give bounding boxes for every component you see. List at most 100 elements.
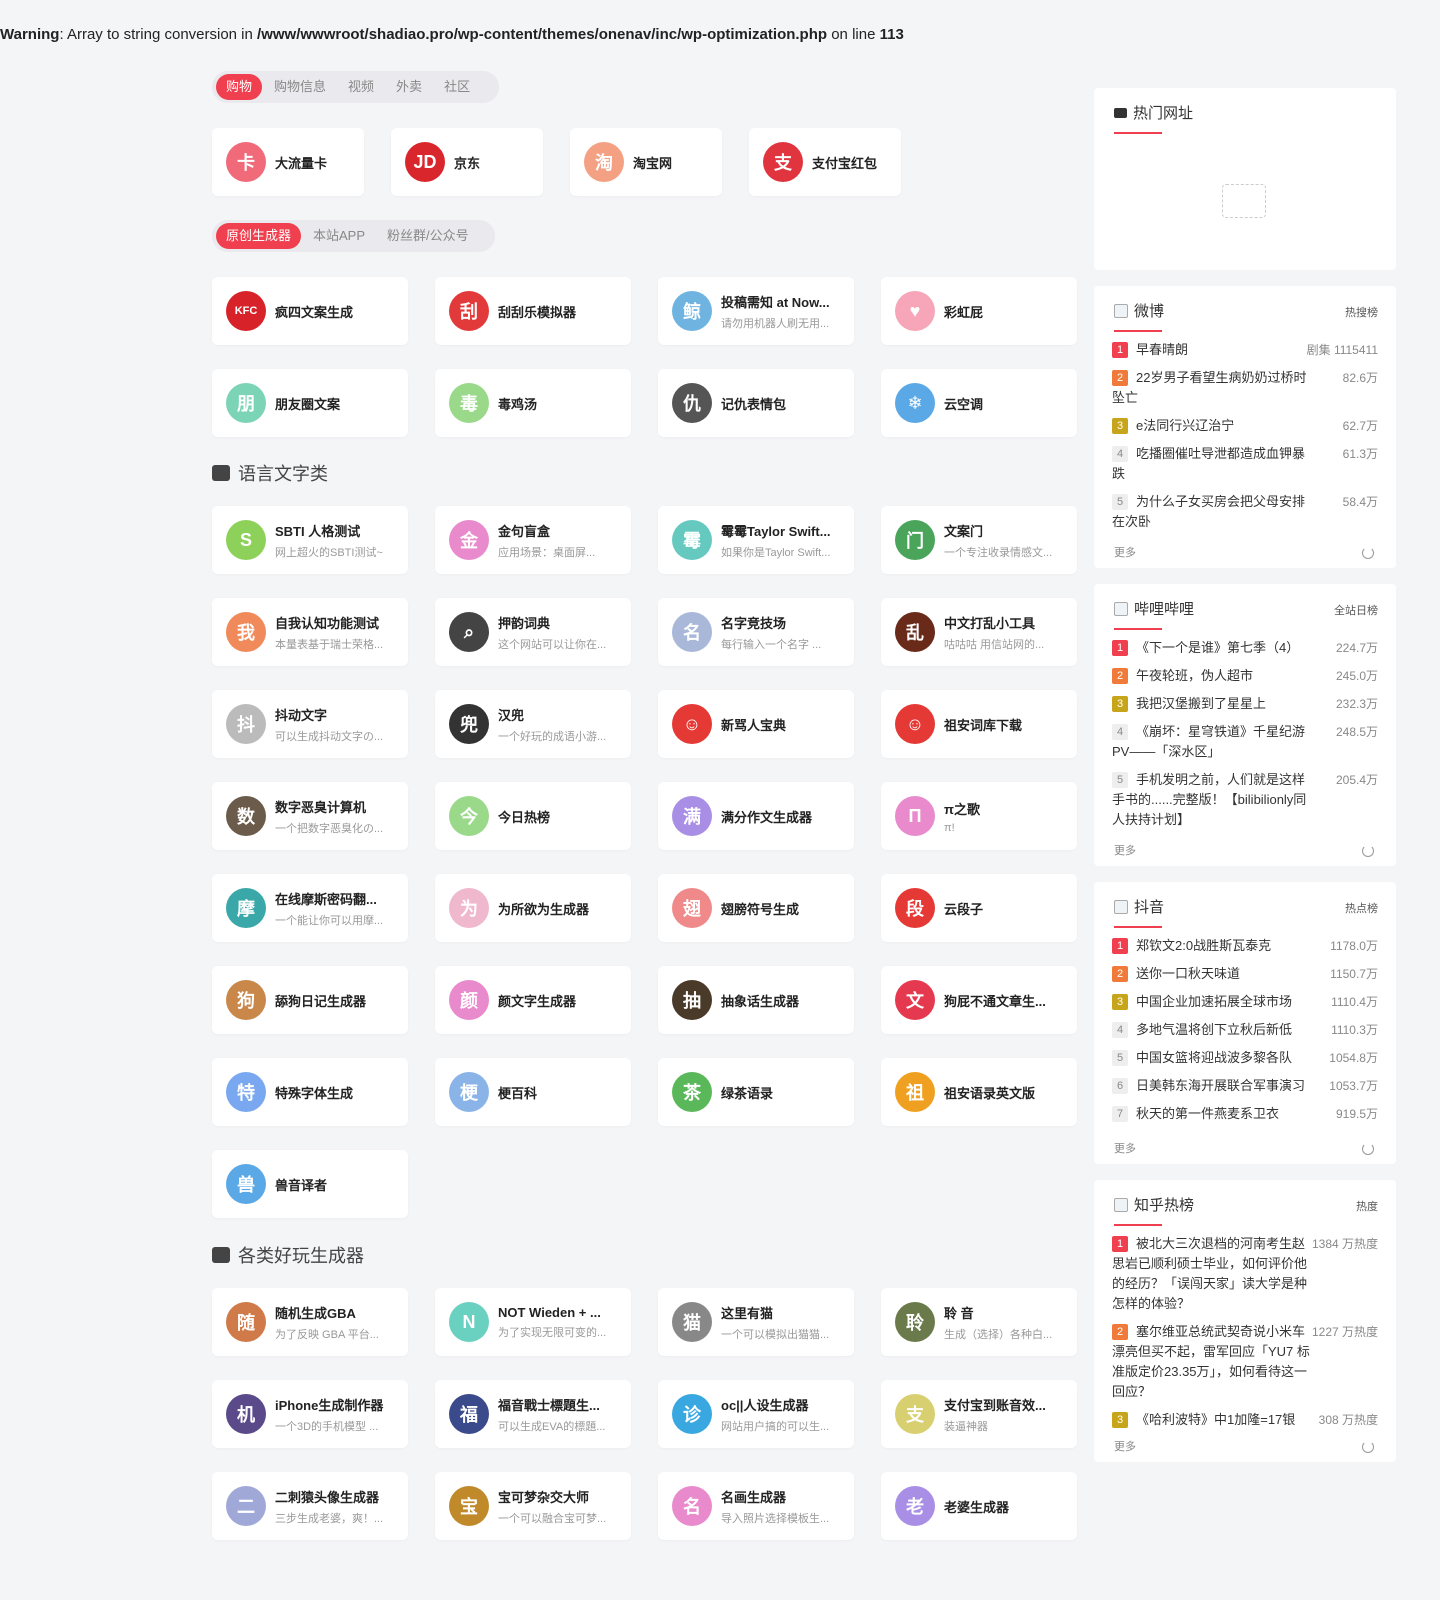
site-card[interactable]: 机 iPhone生成制作器 一个3D的手机模型 ...: [212, 1380, 408, 1448]
site-card[interactable]: 支支付宝到账音效... 装逼神器: [881, 1380, 1077, 1448]
tabs2-tab[interactable]: 粉丝群/公众号: [377, 223, 479, 249]
site-card[interactable]: 猫这里有猫 一个可以模拟出猫猫...: [658, 1288, 854, 1356]
hot-item[interactable]: 1 郑钦文2:0战胜斯瓦泰克 1178.0万: [1112, 936, 1378, 956]
site-card[interactable]: 淘淘宝网: [570, 128, 722, 196]
site-desc: 一个好玩的成语小游...: [498, 730, 607, 743]
site-card[interactable]: N NOT Wieden + ... 为了实现无限可变的...: [435, 1288, 631, 1356]
hot-item[interactable]: 5 为什么子女买房会把父母安排在次卧 58.4万: [1112, 492, 1378, 532]
hot-item[interactable]: 4 吃播圈催吐导泄都造成血钾暴跌 61.3万: [1112, 444, 1378, 484]
site-card[interactable]: 宝宝可梦杂交大师 一个可以融合宝可梦...: [435, 1472, 631, 1540]
site-card[interactable]: 福福音戰士標題生... 可以生成EVA的標題...: [435, 1380, 631, 1448]
hot-item[interactable]: 5 中国女篮将迎战波多黎各队 1054.8万: [1112, 1048, 1378, 1068]
site-card[interactable]: ❄ 云空调: [881, 369, 1077, 437]
more-link[interactable]: 更多: [1114, 1438, 1136, 1454]
hot-item[interactable]: 6 日美韩东海开展联合军事演习 1053.7万: [1112, 1076, 1378, 1096]
hot-item-text: 《哈利波特》中1加隆=17银: [1136, 1412, 1296, 1427]
tabs1-tab[interactable]: 购物信息: [264, 74, 336, 100]
site-card[interactable]: 仇记仇表情包: [658, 369, 854, 437]
site-card[interactable]: 兜汉兜 一个好玩的成语小游...: [435, 690, 631, 758]
site-card[interactable]: 特特殊字体生成: [212, 1058, 408, 1126]
site-card[interactable]: 名名画生成器 导入照片选择模板生...: [658, 1472, 854, 1540]
refresh-icon[interactable]: [1362, 547, 1374, 559]
site-card[interactable]: 鲸投稿需知 at Now... 请勿用机器人刷无用...: [658, 277, 854, 345]
site-card[interactable]: 我自我认知功能测试 本量表基于瑞士荣格...: [212, 598, 408, 666]
site-card[interactable]: 随随机生成GBA 为了反映 GBA 平台...: [212, 1288, 408, 1356]
site-icon: 刮: [449, 291, 489, 331]
tabs1-tab[interactable]: 购物: [216, 74, 263, 100]
hot-value: 1227 万热度: [1311, 1325, 1378, 1339]
site-card[interactable]: 为为所欲为生成器: [435, 874, 631, 942]
site-card[interactable]: 摩在线摩斯密码翻... 一个能让你可以用摩...: [212, 874, 408, 942]
hot-item[interactable]: 5 手机发明之前，人们就是这样手书的......完整版！【bilibilionly…: [1112, 770, 1378, 830]
site-card[interactable]: 翅翅膀符号生成: [658, 874, 854, 942]
refresh-icon[interactable]: [1362, 1143, 1374, 1155]
tabs1-tab[interactable]: 视频: [338, 74, 384, 100]
hot-item[interactable]: 2 午夜轮班，伪人超市 245.0万: [1112, 666, 1378, 686]
hot-item[interactable]: 1 早春晴朗 剧集 1115411: [1112, 340, 1378, 360]
site-card[interactable]: 卡大流量卡: [212, 128, 364, 196]
hot-item[interactable]: 2 送你一口秋天味道 1150.7万: [1112, 964, 1378, 984]
refresh-icon[interactable]: [1362, 845, 1374, 857]
site-card[interactable]: 抽抽象话生成器: [658, 966, 854, 1034]
site-card[interactable]: Ππ之歌 π!: [881, 782, 1077, 850]
site-card[interactable]: 满满分作文生成器: [658, 782, 854, 850]
site-card[interactable]: 颜颜文字生成器: [435, 966, 631, 1034]
tabs2-tab[interactable]: 原创生成器: [216, 223, 302, 249]
site-card[interactable]: 兽兽音译者: [212, 1150, 408, 1218]
site-card[interactable]: 文狗屁不通文章生...: [881, 966, 1077, 1034]
site-card[interactable]: 梗梗百科: [435, 1058, 631, 1126]
site-icon: 二: [226, 1486, 266, 1526]
site-card[interactable]: S SBTI 人格测试 网上超火的SBTI测试~: [212, 506, 408, 574]
refresh-icon[interactable]: [1362, 1441, 1374, 1453]
site-card[interactable]: 门文案门 一个专注收录情感文...: [881, 506, 1077, 574]
site-card[interactable]: 支支付宝红包: [749, 128, 901, 196]
site-icon: 今: [449, 796, 489, 836]
hot-item[interactable]: 3 e法同行兴辽治宁 62.7万: [1112, 416, 1378, 436]
site-card[interactable]: 老老婆生成器: [881, 1472, 1077, 1540]
tabs2-tab[interactable]: 本站APP: [303, 223, 375, 249]
site-card[interactable]: 朋朋友圈文案: [212, 369, 408, 437]
tabs1-tab[interactable]: 社区: [434, 74, 480, 100]
more-link[interactable]: 更多: [1114, 1140, 1136, 1156]
site-card[interactable]: 聆聆 音生成（选择）各种白...: [881, 1288, 1077, 1356]
site-card[interactable]: KFC 疯四文案生成: [212, 277, 408, 345]
site-card[interactable]: ☺ 祖安词库下载: [881, 690, 1077, 758]
site-card[interactable]: 数数字恶臭计算机 一个把数字恶臭化の...: [212, 782, 408, 850]
site-card[interactable]: ♥ 彩虹屁: [881, 277, 1077, 345]
hot-value: 62.7万: [1342, 419, 1378, 433]
more-link[interactable]: 更多: [1114, 544, 1136, 560]
hot-item[interactable]: 3 我把汉堡搬到了星星上 232.3万: [1112, 694, 1378, 714]
site-card[interactable]: 乱中文打乱小工具 咕咕咕 用信站网的...: [881, 598, 1077, 666]
hot-item[interactable]: 3 《哈利波特》中1加隆=17银 308 万热度: [1112, 1410, 1378, 1430]
site-card[interactable]: 今今日热榜: [435, 782, 631, 850]
hot-item[interactable]: 4 《崩坏：星穹铁道》千星纪游PV——「深水区」 248.5万: [1112, 722, 1378, 762]
site-card[interactable]: 毒毒鸡汤: [435, 369, 631, 437]
site-card[interactable]: 茶绿茶语录: [658, 1058, 854, 1126]
site-icon: 聆: [895, 1302, 935, 1342]
site-card[interactable]: ☺ 新骂人宝典: [658, 690, 854, 758]
hot-item[interactable]: 2 22岁男子看望生病奶奶过桥时坠亡 82.6万: [1112, 368, 1378, 408]
image-icon: [1114, 601, 1128, 616]
more-link[interactable]: 更多: [1114, 842, 1136, 858]
tabs1-tab[interactable]: 外卖: [386, 74, 432, 100]
site-card[interactable]: 霉霉霉Taylor Swift... 如果你是Taylor Swift...: [658, 506, 854, 574]
hot-item[interactable]: 7 秋天的第一件燕麦系卫衣 919.5万: [1112, 1104, 1378, 1124]
site-card[interactable]: JD 京东: [391, 128, 543, 196]
hot-item[interactable]: 4 多地气温将创下立秋后新低 1110.3万: [1112, 1020, 1378, 1040]
site-card[interactable]: 二二刺猿头像生成器 三步生成老婆，爽！...: [212, 1472, 408, 1540]
hot-item-text: 中国企业加速拓展全球市场: [1136, 994, 1293, 1009]
site-card[interactable]: 刮刮刮乐模拟器: [435, 277, 631, 345]
hot-item[interactable]: 1 《下一个是谁》第七季（4） 224.7万: [1112, 638, 1378, 658]
site-card[interactable]: 金金句盲盒 应用场景：桌面屏...: [435, 506, 631, 574]
site-card[interactable]: 抖抖动文字 可以生成抖动文字の...: [212, 690, 408, 758]
hot-item[interactable]: 2 塞尔维亚总统武契奇说小米车漂亮但买不起，雷军回应「YU7 标准版定价23.35…: [1112, 1322, 1378, 1402]
site-card[interactable]: 祖祖安语录英文版: [881, 1058, 1077, 1126]
site-card[interactable]: 诊 oc||人设生成器 网站用户搞的可以生...: [658, 1380, 854, 1448]
site-card[interactable]: ⌕ 押韵词典 这个网站可以让你在...: [435, 598, 631, 666]
hot-value: 82.6万: [1342, 371, 1378, 385]
site-card[interactable]: 段云段子: [881, 874, 1077, 942]
site-card[interactable]: 狗舔狗日记生成器: [212, 966, 408, 1034]
hot-item[interactable]: 3 中国企业加速拓展全球市场 1110.4万: [1112, 992, 1378, 1012]
site-card[interactable]: 名名字竞技场 每行输入一个名字 ...: [658, 598, 854, 666]
hot-item[interactable]: 1 被北大三次退档的河南考生赵思岩已顺利硕士毕业，如何评价他的经历？「误闯天家」读…: [1112, 1234, 1378, 1314]
